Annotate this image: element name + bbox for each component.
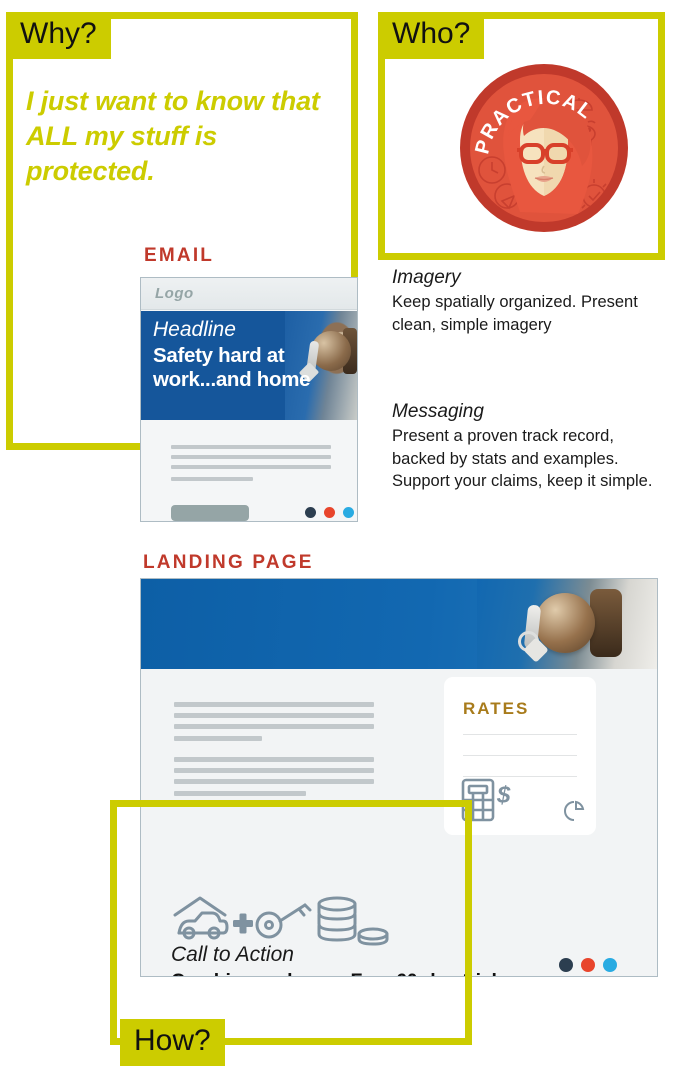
imagery-body: Keep spatially organized. Present clean,… xyxy=(392,293,638,334)
dot-navy xyxy=(305,507,316,518)
persona-badge: PRACTICAL xyxy=(458,62,630,234)
how-annotation-frame xyxy=(110,800,472,1045)
placeholder-line xyxy=(171,445,331,449)
landing-kicker: LANDING PAGE xyxy=(143,552,314,573)
email-kicker: EMAIL xyxy=(144,245,215,266)
dot-blue xyxy=(343,507,354,518)
svg-text:$: $ xyxy=(496,782,511,809)
guidance-messaging: Messaging Present a proven track record,… xyxy=(392,400,658,493)
landing-dot-indicators xyxy=(559,958,617,972)
placeholder-line xyxy=(171,477,253,481)
email-headline-label: Headline xyxy=(153,318,236,341)
dot-navy xyxy=(559,958,573,972)
landing-hero-photo xyxy=(477,579,657,669)
rates-title: RATES xyxy=(463,699,530,718)
dot-red xyxy=(581,958,595,972)
placeholder-line xyxy=(171,455,331,459)
landing-hero-banner xyxy=(141,579,657,669)
email-logo: Logo xyxy=(155,285,194,302)
placeholder-line xyxy=(174,702,374,707)
email-body xyxy=(141,421,357,521)
email-header-bar: Logo xyxy=(141,278,357,310)
email-headline: Safety hard at work...and home xyxy=(153,344,311,391)
placeholder-line xyxy=(174,768,374,773)
placeholder-line xyxy=(174,736,262,741)
rates-divider xyxy=(463,734,577,735)
messaging-body: Present a proven track record, backed by… xyxy=(392,427,653,490)
placeholder-line xyxy=(174,724,374,729)
rates-divider xyxy=(463,755,577,756)
email-hero-banner: Headline Safety hard at work...and home xyxy=(141,311,357,420)
persona-badge-illustration: PRACTICAL xyxy=(460,64,628,232)
placeholder-line xyxy=(174,779,374,784)
email-dot-indicators xyxy=(305,507,354,518)
dot-red xyxy=(324,507,335,518)
doorknob-icon xyxy=(535,593,595,653)
why-label: Why? xyxy=(6,12,111,59)
placeholder-line xyxy=(174,791,306,796)
why-quote: I just want to know that ALL my stuff is… xyxy=(26,86,320,186)
placeholder-line xyxy=(174,757,374,762)
placeholder-line xyxy=(174,713,374,718)
who-label: Who? xyxy=(378,12,485,59)
pie-chart-icon xyxy=(564,800,585,821)
messaging-heading: Messaging xyxy=(392,401,484,422)
placeholder-line xyxy=(171,465,331,469)
email-mockup: Logo Headline Safety hard at work...and … xyxy=(140,277,358,522)
how-label: How? xyxy=(120,1019,225,1066)
imagery-heading: Imagery xyxy=(392,267,461,288)
email-cta-button[interactable] xyxy=(171,505,249,521)
guidance-imagery: Imagery Keep spatially organized. Presen… xyxy=(392,266,658,336)
dot-blue xyxy=(603,958,617,972)
